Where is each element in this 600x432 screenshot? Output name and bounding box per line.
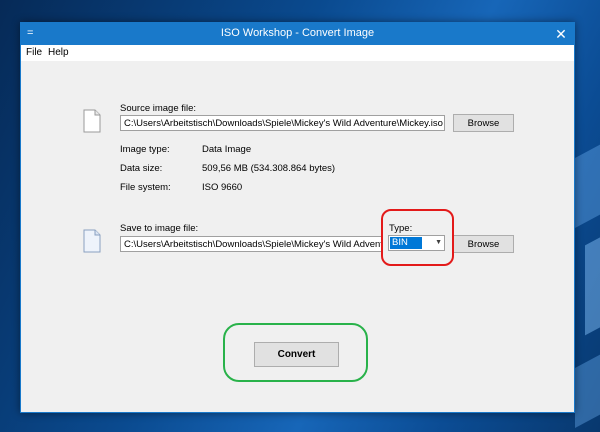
title-bar[interactable]: = ISO Workshop - Convert Image ✕ (21, 23, 574, 45)
file-system-label: File system: (120, 182, 171, 193)
menu-help[interactable]: Help (48, 47, 69, 58)
image-type-label: Image type: (120, 144, 170, 155)
file-system-value: ISO 9660 (202, 182, 243, 193)
source-file-icon (83, 109, 101, 133)
source-browse-button[interactable]: Browse (453, 114, 514, 132)
target-file-icon (83, 229, 101, 253)
wallpaper-light-beam (575, 142, 600, 228)
convert-highlight-annotation (223, 323, 368, 382)
target-file-input[interactable]: C:\Users\Arbeitstisch\Downloads\Spiele\M… (120, 236, 382, 252)
image-type-value: Data Image (202, 144, 252, 155)
window-title: ISO Workshop - Convert Image (220, 27, 375, 39)
wallpaper-light-beam (585, 234, 600, 336)
menu-bar: File Help (21, 45, 574, 61)
source-file-label: Source image file: (120, 103, 197, 114)
target-file-label: Save to image file: (120, 223, 199, 234)
close-button[interactable]: ✕ (552, 25, 570, 43)
data-size-value: 509,56 MB (534.308.864 bytes) (202, 163, 336, 174)
target-browse-button[interactable]: Browse (453, 235, 514, 253)
data-size-label: Data size: (120, 163, 163, 174)
type-highlight-annotation (381, 209, 454, 266)
source-file-input[interactable]: C:\Users\Arbeitstisch\Downloads\Spiele\M… (120, 115, 445, 131)
wallpaper-light-beam (575, 352, 600, 428)
menu-file[interactable]: File (26, 47, 42, 58)
